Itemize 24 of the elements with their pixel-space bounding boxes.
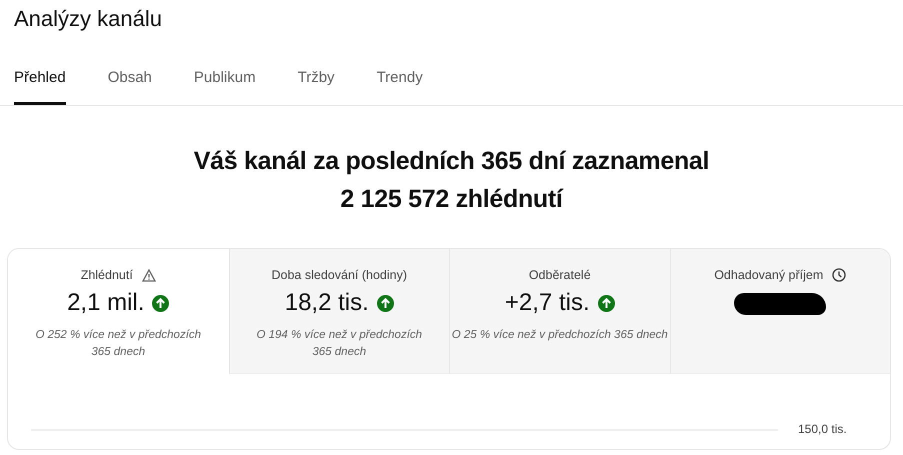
metric-value: +2,7 tis.	[504, 289, 590, 317]
metric-note: O 25 % více než v předchozích 365 dnech	[452, 328, 668, 343]
axis-label: 150,0 tis.	[798, 422, 847, 436]
clock-icon	[832, 268, 846, 282]
metric-label: Odhadovaný příjem	[714, 268, 824, 282]
page-title: Analýzy kanálu	[13, 5, 163, 33]
metric-tile[interactable]: Odhadovaný příjem	[670, 249, 890, 374]
tab[interactable]: Přehled	[14, 48, 66, 105]
metric-tile[interactable]: Doba sledování (hodiny) 18,2 tis. O 194 % více než v předchozích 365 dnech	[228, 249, 449, 374]
metric-note: O 252 % více než v předchozích 365 dnech	[34, 328, 202, 360]
metric-value: 2,1 mil.	[67, 289, 144, 317]
headline-text: 2 125 572 zhlédnutí	[340, 184, 563, 215]
metric-label: Odběratelé	[528, 268, 591, 282]
tab[interactable]: Publikum	[194, 48, 256, 105]
headline-text: Váš kanál za posledních 365 dní zaznamenal	[194, 146, 710, 177]
tab[interactable]: Obsah	[108, 48, 152, 105]
tab[interactable]: Trendy	[376, 48, 423, 105]
tab[interactable]: Tržby	[298, 48, 335, 105]
metric-label: Zhlédnutí	[80, 268, 133, 282]
metric-label: Doba sledování (hodiny)	[272, 268, 407, 282]
metric-value: 18,2 tis.	[284, 289, 369, 317]
metric-note: O 194 % více než v předchozích 365 dnech	[255, 328, 424, 360]
warning-icon	[142, 268, 156, 282]
metric-tile[interactable]: Odběratelé +2,7 tis. O 25 % více než v předchozích 365 dnech	[449, 249, 670, 374]
